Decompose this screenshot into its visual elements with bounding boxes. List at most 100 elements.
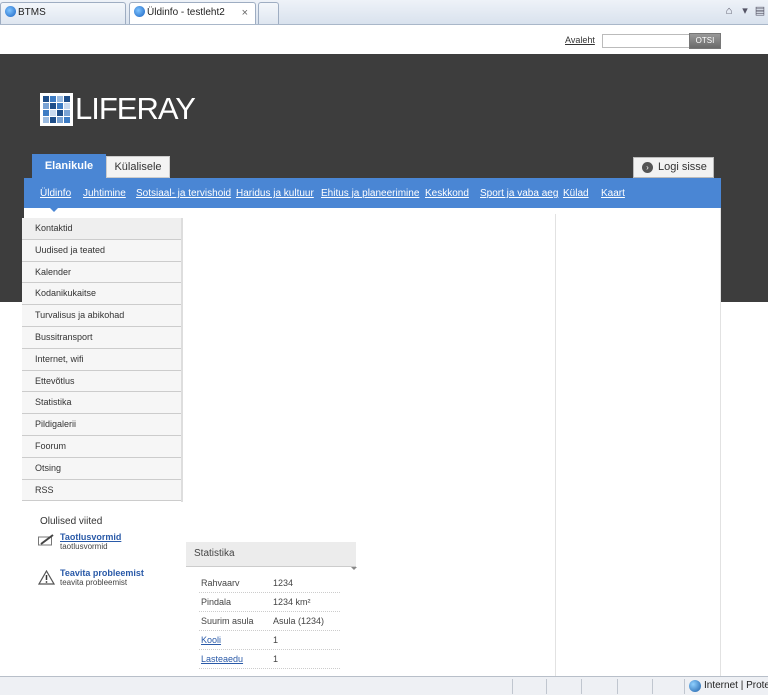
nav-item-uldinfo[interactable]: Üldinfo [40,188,71,199]
logo-tile [57,102,63,109]
nav-item-keskkond[interactable]: Keskkond [425,188,469,199]
logo-tile [57,116,63,123]
side-menu-item[interactable]: Pildigalerii [22,414,182,436]
logo-tile [50,95,56,102]
side-menu-item[interactable]: Bussitransport [22,326,182,349]
new-tab-button[interactable] [258,2,279,24]
statistics-key-link[interactable]: Lasteaedu [201,654,243,664]
browser-tab-btms[interactable]: BTMS [0,2,126,24]
status-divider [546,679,547,694]
statistics-row: Kooli 1 [199,631,340,650]
statistics-value: 1 [273,635,279,645]
side-menu-item[interactable]: Uudised ja teated [22,239,182,262]
nav-item-sotsiaal[interactable]: Sotsiaal- ja tervishoid [136,188,231,199]
side-menu-item[interactable]: Otsing [22,457,182,480]
logo-tile [57,95,63,102]
logo-tile [64,109,70,116]
logo-tile [43,102,49,109]
chevron-down-icon[interactable]: ▾ [738,5,752,18]
statistics-row: Rahvaarv 1234 [199,574,340,593]
statistics-value: 1234 [273,578,294,588]
side-menu-item[interactable]: Kalender [22,261,182,284]
logo-tile [43,95,49,102]
browser-tab-strip: BTMS Üldinfo - testleht2 × ⌂ ▾ ▤ [0,0,768,25]
statistics-key: Rahvaarv [201,578,240,588]
browser-tab-active[interactable]: Üldinfo - testleht2 × [129,2,256,24]
side-menu-item[interactable]: Turvalisus ja abikohad [22,305,182,327]
logo-tile [43,116,49,123]
statistics-value: 1 [273,654,279,664]
logo-tile [64,102,70,109]
logo[interactable]: LIFERAY [40,91,196,126]
feeds-icon[interactable]: ▤ [753,5,767,18]
link-subtitle: taotlusvormid [60,542,108,551]
status-divider [684,679,685,694]
pencil-icon [38,534,54,546]
link-label[interactable]: Teavita probleemist [60,568,144,578]
logo-text: LIFERAY [75,91,196,126]
statistics-title: Statistika [186,542,356,567]
status-divider [512,679,513,694]
statistics-key: Suurim asula [201,616,254,626]
warning-icon [38,570,55,585]
ie-icon [5,6,16,17]
statistics-key: Pindala [201,597,232,607]
side-menu-item[interactable]: Statistika [22,392,182,415]
browser-status-bar: Internet | Protected [0,676,768,695]
logo-tile [50,116,56,123]
browser-tab-title: Üldinfo - testleht2 [147,7,225,18]
statistics-value: Asula (1234) [273,616,325,626]
top-strip: Avaleht OTSI [0,26,768,54]
ie-icon [134,6,145,17]
tab-elanikule[interactable]: Elanikule [32,154,106,179]
search-button[interactable]: OTSI [689,33,721,49]
login-label: Logi sisse [658,161,707,173]
logo-tile [64,116,70,123]
nav-item-kulad[interactable]: Külad [563,188,589,199]
link-subtitle: teavita probleemist [60,578,128,587]
logo-tile [64,95,70,102]
browser-tab-title: BTMS [18,7,46,18]
important-links-title: Olulised viited [40,516,103,527]
logo-tile [50,109,56,116]
home-icon[interactable]: ⌂ [722,5,736,18]
logo-tile [57,109,63,116]
status-divider [652,679,653,694]
tab-kulalisele[interactable]: Külalisele [106,156,170,178]
nav-item-kaart[interactable]: Kaart [601,188,625,199]
nav-item-juhtimine[interactable]: Juhtimine [83,188,126,199]
side-menu-item[interactable]: Foorum [22,435,182,458]
arrow-right-icon: › [642,162,653,173]
statistics-value: 1234 km² [273,597,311,607]
logo-tile [50,102,56,109]
statistics-key-link[interactable]: Kooli [201,635,221,645]
status-divider [581,679,582,694]
side-menu-item[interactable]: Ettevõtlus [22,370,182,393]
side-menu: Kontaktid Uudised ja teated Kalender Kod… [22,218,182,502]
side-menu-item[interactable]: Kontaktid [22,218,182,240]
logo-tile [43,109,49,116]
security-zone[interactable]: Internet | Protected [704,680,768,691]
search-input[interactable] [602,34,690,48]
close-icon[interactable]: × [242,3,248,23]
statistics-table: Rahvaarv 1234 Pindala 1234 km² Suurim as… [199,574,340,669]
content-border [720,208,721,678]
side-menu-item[interactable]: Kodanikukaitse [22,283,182,306]
globe-icon [689,680,701,692]
column-divider [555,214,556,676]
statistics-corner-icon [351,567,357,570]
nav-item-ehitus[interactable]: Ehitus ja planeerimine [321,188,419,199]
active-nav-indicator [49,207,59,212]
statistics-row: Lasteaedu 1 [199,650,340,669]
side-menu-shadow [181,218,183,502]
nav-item-sport[interactable]: Sport ja vaba aeg [480,188,558,199]
status-divider [617,679,618,694]
side-menu-item[interactable]: Internet, wifi [22,348,182,371]
main-navigation: Üldinfo Juhtimine Sotsiaal- ja tervishoi… [24,178,721,208]
nav-item-haridus[interactable]: Haridus ja kultuur [236,188,314,199]
home-link[interactable]: Avaleht [565,35,595,45]
statistics-row: Suurim asula Asula (1234) [199,612,340,631]
login-button[interactable]: › Logi sisse [633,157,714,178]
side-menu-item[interactable]: RSS [22,479,182,502]
link-label[interactable]: Taotlusvormid [60,532,121,542]
